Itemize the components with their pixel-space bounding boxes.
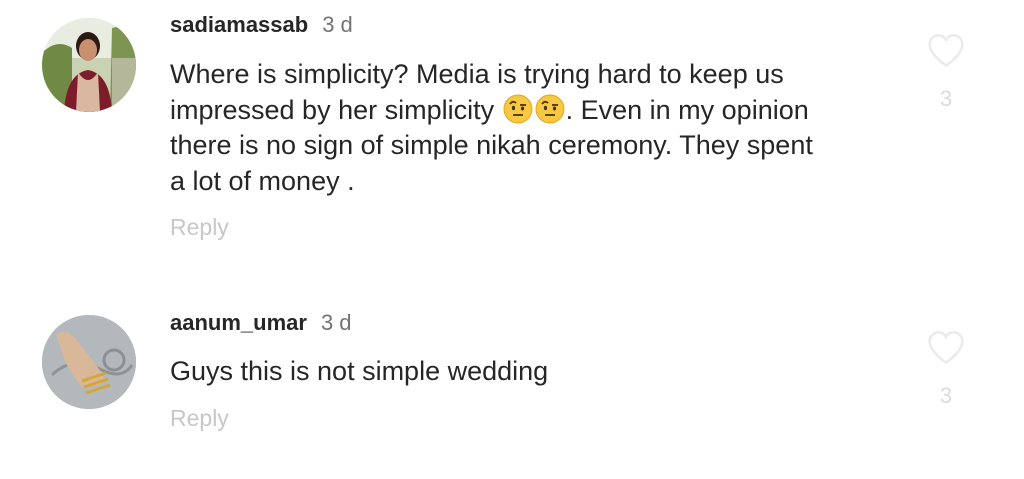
comment-text-segment: . Even in my opinion xyxy=(565,94,809,125)
comment-header: aanum_umar 3 d xyxy=(170,310,352,340)
comment-text-line: Where is simplicity? Media is trying har… xyxy=(170,59,784,89)
like-control: 3 xyxy=(922,329,970,409)
avatar[interactable] xyxy=(42,315,136,409)
comment-item: aanum_umar 3 d Guys this is not simple w… xyxy=(0,300,1024,470)
user-photo xyxy=(42,18,136,112)
like-count: 3 xyxy=(939,383,953,408)
comment-text-line: impressed by her simplicity . Even in my… xyxy=(170,93,900,129)
raised-eyebrow-emoji-icon xyxy=(535,94,565,123)
comment-header: sadiamassab 3 d xyxy=(170,12,353,42)
heart-icon[interactable] xyxy=(926,329,966,365)
comment-text-line: a lot of money . xyxy=(170,165,355,196)
reply-button[interactable]: Reply xyxy=(170,214,229,241)
comment-text: Where is simplicity? Media is trying har… xyxy=(170,57,900,199)
raised-eyebrow-emoji-icon xyxy=(503,94,533,123)
comment-text: Guys this is not simple wedding xyxy=(170,354,900,390)
like-count: 3 xyxy=(939,86,953,111)
comment-text-line: Guys this is not simple wedding xyxy=(170,356,549,386)
user-photo xyxy=(42,315,136,409)
avatar[interactable] xyxy=(42,18,136,112)
username[interactable]: sadiamassab xyxy=(170,12,308,38)
timestamp: 3 d xyxy=(320,310,352,335)
timestamp: 3 d xyxy=(322,12,353,37)
reply-button[interactable]: Reply xyxy=(170,405,229,432)
comment-text-segment: impressed by her simplicity xyxy=(170,94,495,125)
heart-icon[interactable] xyxy=(926,32,966,68)
comment-text-line: there is no sign of simple nikah ceremon… xyxy=(170,130,813,160)
like-control: 3 xyxy=(922,32,970,112)
comment-item: sadiamassab 3 d Where is simplicity? Med… xyxy=(0,0,1024,260)
username[interactable]: aanum_umar xyxy=(170,310,307,336)
